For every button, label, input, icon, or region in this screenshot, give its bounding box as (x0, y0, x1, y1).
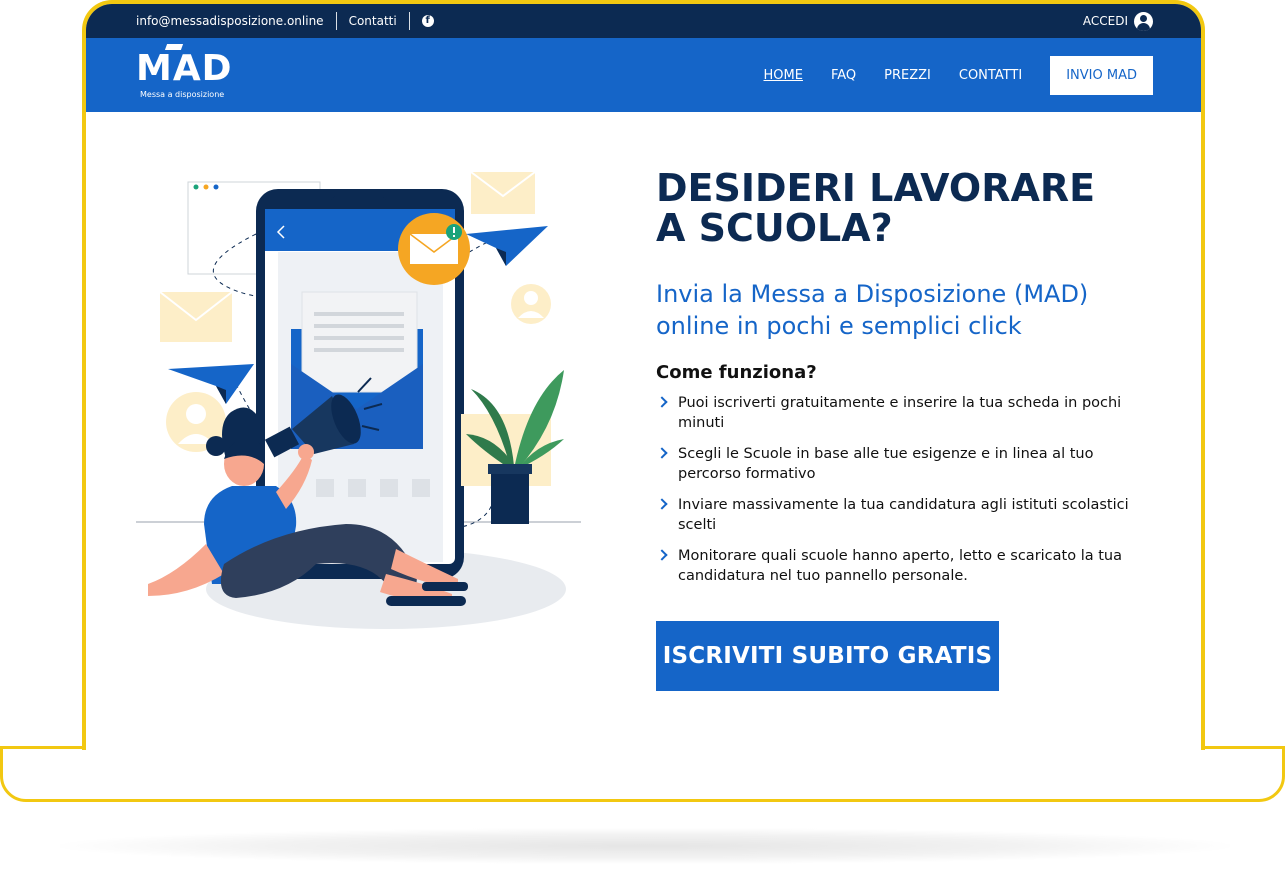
list-item: Scegli le Scuole in base alle tue esigen… (656, 444, 1136, 484)
hero-content: DESIDERI LAVORARE A SCUOLA? Invia la Mes… (656, 168, 1136, 597)
graduation-cap-icon (164, 44, 184, 50)
email-link[interactable]: info@messadisposizione.online (136, 14, 324, 28)
nav-item-faq[interactable]: FAQ (831, 68, 856, 83)
contatti-link[interactable]: Contatti (349, 14, 397, 28)
chevron-right-icon (656, 447, 668, 459)
login-link[interactable]: ACCEDI (1083, 4, 1153, 38)
hero-title: DESIDERI LAVORARE A SCUOLA? (656, 166, 1096, 250)
nav-item-contatti[interactable]: CONTATTI (959, 68, 1022, 83)
user-circle-icon (1134, 11, 1153, 31)
facebook-icon[interactable]: f (421, 15, 434, 27)
logo-wordmark: MAD (136, 44, 233, 88)
steps-list: Puoi iscriverti gratuitamente e inserire… (656, 393, 1136, 586)
logo-subtitle: Messa a disposizione (140, 90, 225, 99)
paper-plane-icon (466, 226, 548, 266)
top-bar: info@messadisposizione.online Contatti f… (86, 4, 1201, 38)
laptop-shadow (60, 828, 1230, 864)
top-bar-left: info@messadisposizione.online Contatti f (136, 4, 434, 38)
login-label: ACCEDI (1082, 14, 1128, 28)
hero-subtitle: Invia la Messa a Disposizione (MAD) onli… (656, 280, 1089, 340)
nav-item-home[interactable]: HOME (764, 68, 803, 83)
laptop-base (0, 746, 1285, 802)
invio-mad-button[interactable]: INVIO MAD (1050, 55, 1153, 95)
hero-illustration (136, 171, 581, 629)
chevron-right-icon (656, 396, 668, 408)
nav-menu: HOME FAQ PREZZI CONTATTI INVIO MAD (764, 38, 1153, 112)
main-nav: MAD Messa a disposizione HOME FAQ PREZZI… (86, 38, 1201, 112)
divider (335, 12, 337, 30)
list-item: Puoi iscriverti gratuitamente e inserire… (656, 393, 1136, 433)
divider (408, 12, 410, 30)
chevron-right-icon (656, 549, 668, 561)
how-it-works-heading: Come funziona? (656, 362, 817, 383)
list-item: Inviare massivamente la tua candidatura … (656, 495, 1136, 535)
site-logo[interactable]: MAD Messa a disposizione (136, 44, 233, 99)
signup-button[interactable]: ISCRIVITI SUBITO GRATIS (656, 621, 999, 691)
list-item: Monitorare quali scuole hanno aperto, le… (656, 546, 1136, 586)
nav-item-prezzi[interactable]: PREZZI (884, 68, 931, 83)
laptop-screen: info@messadisposizione.online Contatti f… (82, 0, 1205, 750)
chevron-right-icon (656, 498, 668, 510)
